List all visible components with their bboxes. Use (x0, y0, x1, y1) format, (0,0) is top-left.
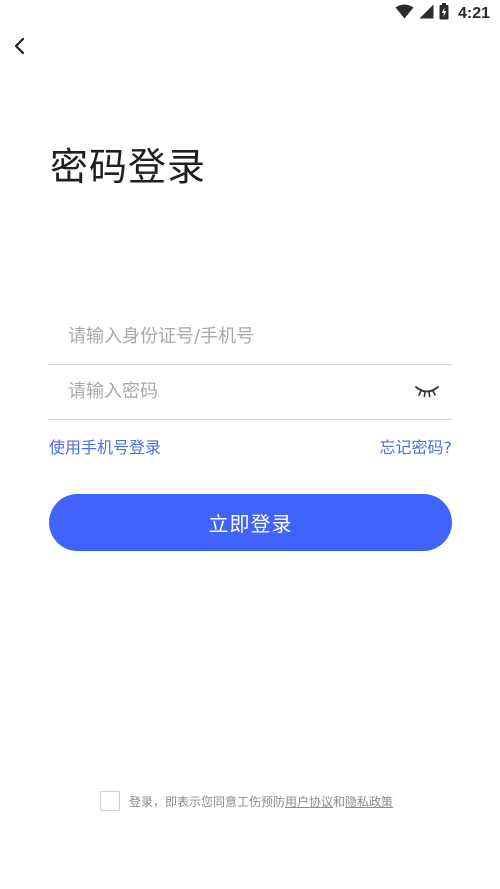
agree-checkbox[interactable] (100, 791, 120, 811)
back-button[interactable] (8, 36, 32, 60)
status-time: 4:21 (457, 4, 490, 22)
password-field (48, 365, 452, 420)
page-title: 密码登录 (50, 145, 207, 189)
eye-closed-icon[interactable] (414, 381, 440, 401)
id-input[interactable] (68, 310, 398, 362)
agreement: 登录，即表示您同意工伤预防 用户协议 和 隐私政策 (100, 791, 393, 811)
forgot-password-link[interactable]: 忘记密码? (380, 434, 453, 458)
status-icons: 4:21 (395, 3, 490, 24)
agreement-text: 登录，即表示您同意工伤预防 (129, 794, 286, 809)
phone-login-link[interactable]: 使用手机号登录 (49, 434, 161, 458)
status-bar: 4:21 (0, 0, 500, 28)
id-field (48, 310, 452, 365)
wifi-icon (395, 4, 414, 23)
battery-charging-icon (439, 3, 449, 24)
agreement-and: 和 (333, 794, 346, 809)
privacy-policy-link[interactable]: 隐私政策 (345, 793, 393, 810)
password-input[interactable] (68, 365, 398, 417)
chevron-left-icon (13, 37, 27, 59)
signal-icon (419, 4, 434, 23)
user-agreement-link[interactable]: 用户协议 (285, 793, 333, 810)
login-button[interactable]: 立即登录 (49, 494, 452, 551)
